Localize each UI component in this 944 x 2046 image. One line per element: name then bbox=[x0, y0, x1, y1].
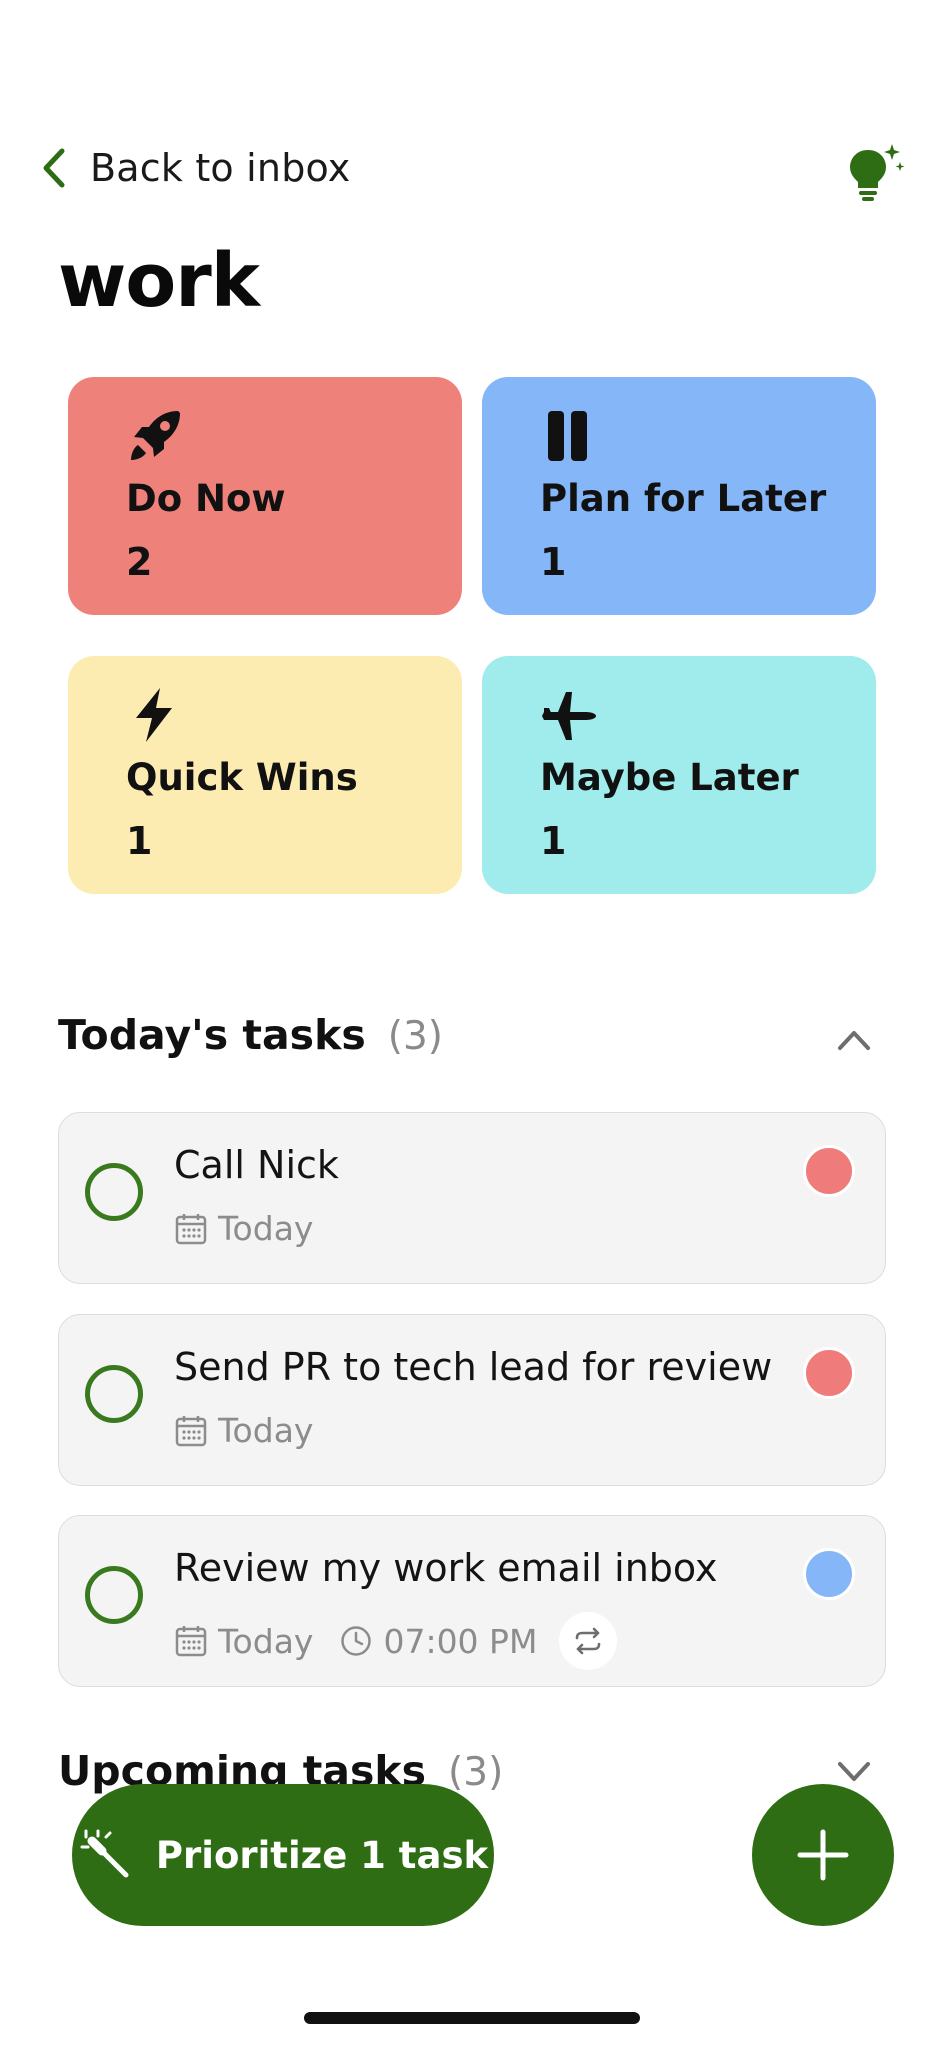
page-title: work bbox=[58, 238, 260, 324]
task-complete-checkbox[interactable] bbox=[85, 1163, 143, 1221]
quadrant-name: Maybe Later bbox=[540, 756, 799, 799]
quadrant-name: Plan for Later bbox=[540, 477, 827, 520]
quadrant-card-do-now[interactable]: Do Now 2 bbox=[68, 377, 462, 615]
task-title: Review my work email inbox bbox=[174, 1546, 718, 1590]
priority-dot bbox=[803, 1548, 855, 1600]
task-time: 07:00 PM bbox=[339, 1622, 537, 1661]
task-meta: Today bbox=[174, 1411, 313, 1450]
today-section-header: Today's tasks (3) bbox=[58, 1011, 443, 1059]
back-to-inbox-button[interactable]: Back to inbox bbox=[40, 146, 351, 190]
magic-wand-icon bbox=[80, 1829, 129, 1878]
priority-dot bbox=[803, 1145, 855, 1197]
airplane-icon bbox=[542, 692, 596, 740]
quadrant-card-plan-for-later[interactable]: Plan for Later 1 bbox=[482, 377, 876, 615]
home-indicator bbox=[304, 2012, 640, 2024]
task-date: Today bbox=[218, 1411, 314, 1450]
chevron-left-icon bbox=[43, 148, 65, 188]
calendar-icon bbox=[175, 1415, 207, 1446]
repeat-badge bbox=[559, 1612, 618, 1670]
clock-icon bbox=[341, 1626, 372, 1656]
task-meta: Today 07:00 PM bbox=[174, 1612, 618, 1670]
quadrant-count: 1 bbox=[540, 540, 567, 584]
prioritize-label: Prioritize 1 task bbox=[155, 1833, 489, 1877]
priority-dot bbox=[803, 1347, 855, 1399]
chevron-up-icon[interactable] bbox=[834, 1024, 874, 1054]
prioritize-button[interactable]: Prioritize 1 task bbox=[72, 1784, 494, 1926]
chevron-down-icon[interactable] bbox=[834, 1756, 874, 1786]
section-count: (3) bbox=[448, 1750, 504, 1795]
quadrant-name: Quick Wins bbox=[126, 756, 358, 799]
quadrant-card-quick-wins[interactable]: Quick Wins 1 bbox=[68, 656, 462, 894]
calendar-icon bbox=[175, 1626, 207, 1657]
task-time-label: 07:00 PM bbox=[383, 1621, 538, 1661]
back-label: Back to inbox bbox=[90, 146, 351, 190]
lightning-icon bbox=[136, 688, 172, 742]
quadrant-count: 1 bbox=[540, 819, 567, 863]
task-meta: Today bbox=[174, 1209, 313, 1248]
task-row[interactable]: Call Nick Today bbox=[58, 1112, 886, 1284]
plus-icon bbox=[797, 1829, 849, 1881]
task-title: Call Nick bbox=[174, 1143, 339, 1187]
task-complete-checkbox[interactable] bbox=[85, 1365, 143, 1423]
quadrant-card-maybe-later[interactable]: Maybe Later 1 bbox=[482, 656, 876, 894]
repeat-icon bbox=[576, 1627, 601, 1655]
lightbulb-sparkle-icon[interactable] bbox=[844, 142, 906, 202]
quadrant-count: 1 bbox=[126, 819, 153, 863]
task-date: Today bbox=[218, 1209, 314, 1248]
quadrant-count: 2 bbox=[126, 540, 153, 584]
add-task-button[interactable] bbox=[752, 1784, 894, 1926]
task-complete-checkbox[interactable] bbox=[85, 1566, 143, 1624]
task-row[interactable]: Review my work email inbox Today 07:00 P… bbox=[58, 1515, 886, 1687]
section-title: Today's tasks bbox=[58, 1011, 366, 1059]
rocket-icon bbox=[131, 411, 180, 460]
task-row[interactable]: Send PR to tech lead for review Today bbox=[58, 1314, 886, 1486]
quadrant-name: Do Now bbox=[126, 477, 286, 520]
calendar-icon bbox=[175, 1213, 207, 1244]
page: Back to inbox work Do Now 2 Plan for Lat… bbox=[0, 0, 944, 2046]
task-date: Today bbox=[218, 1621, 314, 1661]
pause-icon bbox=[548, 411, 587, 461]
task-title: Send PR to tech lead for review bbox=[174, 1345, 773, 1389]
section-count: (3) bbox=[387, 1014, 443, 1059]
